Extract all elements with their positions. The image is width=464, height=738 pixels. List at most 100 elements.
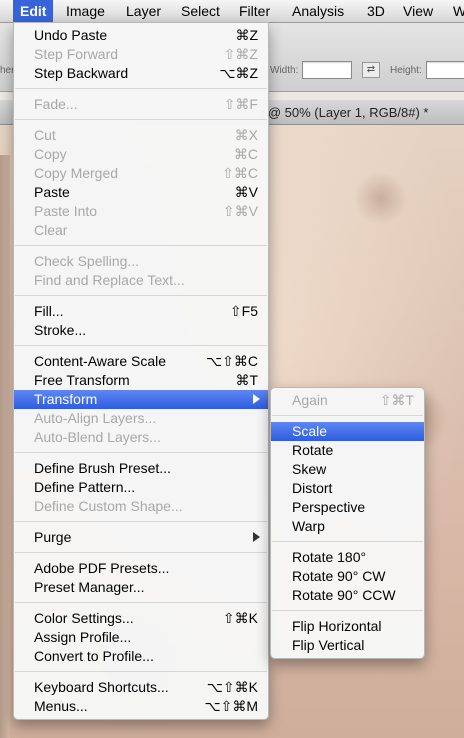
menu-item-shortcut: ⌘C (233, 146, 258, 162)
menu-item-label: Rotate 90° CCW (292, 587, 396, 603)
menu-item-label: Step Forward (34, 46, 119, 62)
menu-view[interactable]: View (396, 0, 440, 22)
menu-separator (15, 552, 267, 553)
menu-item-label: Paste Into (34, 203, 98, 219)
menu-item-shortcut: ⇧⌘V (222, 203, 258, 219)
edit-menu-item-auto-align-layers: Auto-Align Layers... (14, 409, 268, 428)
menu-item-label: Copy (34, 146, 67, 162)
menu-item-label: Color Settings... (34, 610, 134, 626)
menu-item-label: Transform (34, 391, 98, 407)
edit-menu-item-preset-manager[interactable]: Preset Manager... (14, 578, 268, 597)
menu-item-label: Step Backward (34, 65, 129, 81)
edit-menu-item-stroke[interactable]: Stroke... (14, 321, 268, 340)
menu-layer[interactable]: Layer (119, 0, 168, 22)
edit-menu-item-free-transform[interactable]: Free Transform ⌘T (14, 371, 268, 390)
menu-item-label: Clear (34, 222, 68, 238)
menu-window[interactable]: W (446, 0, 464, 22)
menu-item-shortcut: ⇧⌘T (379, 392, 414, 408)
edit-menu-item-adobe-pdf-presets[interactable]: Adobe PDF Presets... (14, 559, 268, 578)
menu-select[interactable]: Select (174, 0, 227, 22)
edit-menu-item-content-aware-scale[interactable]: Content-Aware Scale ⌥⇧⌘C (14, 352, 268, 371)
edit-menu: Undo Paste ⌘Z Step Forward ⇧⌘Z Step Backward… (13, 22, 269, 720)
edit-menu-item-keyboard-shortcuts[interactable]: Keyboard Shortcuts... ⌥⇧⌘K (14, 678, 268, 697)
edit-menu-item-step-forward: Step Forward ⇧⌘Z (14, 45, 268, 64)
menu-item-label: Convert to Profile... (34, 648, 154, 664)
menu-item-label: Warp (292, 518, 325, 534)
menu-item-label: Again (292, 392, 328, 408)
edit-menu-item-convert-to-profile[interactable]: Convert to Profile... (14, 647, 268, 666)
transform-menu-item-warp[interactable]: Warp (271, 517, 424, 536)
menu-separator (272, 610, 423, 611)
menu-item-label: Content-Aware Scale (34, 353, 167, 369)
menu-item-shortcut: ⌘V (234, 184, 258, 200)
menu-item-label: Fade... (34, 96, 78, 112)
menu-item-label: Auto-Blend Layers... (34, 429, 161, 445)
menu-item-shortcut: ⌘Z (235, 27, 258, 43)
menu-filter[interactable]: Filter (232, 0, 277, 22)
transform-menu-item-again: Again ⇧⌘T (271, 391, 424, 410)
menu-item-label: Copy Merged (34, 165, 119, 181)
transform-menu-item-rotate[interactable]: Rotate (271, 441, 424, 460)
transform-menu-item-skew[interactable]: Skew (271, 460, 424, 479)
menu-separator (15, 671, 267, 672)
menu-item-label: Fill... (34, 303, 64, 319)
menu-item-label: Rotate 180° (292, 549, 367, 565)
menu-item-label: Assign Profile... (34, 629, 132, 645)
menu-item-label: Perspective (292, 499, 366, 515)
menu-item-label: Purge (34, 529, 72, 545)
menu-item-label: Define Custom Shape... (34, 498, 183, 514)
document-tab-title[interactable]: g @ 50% (Layer 1, RGB/8#) * (257, 105, 428, 120)
edit-menu-item-fill[interactable]: Fill... ⇧F5 (14, 302, 268, 321)
transform-menu-item-flip-horizontal[interactable]: Flip Horizontal (271, 617, 424, 636)
transform-menu-item-distort[interactable]: Distort (271, 479, 424, 498)
edit-menu-item-define-custom-shape: Define Custom Shape... (14, 497, 268, 516)
edit-menu-item-clear: Clear (14, 221, 268, 240)
edit-menu-item-undo-paste[interactable]: Undo Paste ⌘Z (14, 26, 268, 45)
edit-menu-item-cut: Cut ⌘X (14, 126, 268, 145)
edit-menu-item-assign-profile[interactable]: Assign Profile... (14, 628, 268, 647)
edit-menu-item-check-spelling: Check Spelling... (14, 252, 268, 271)
height-field[interactable] (426, 61, 464, 79)
menu-item-label: Check Spelling... (34, 253, 140, 269)
edit-menu-item-purge[interactable]: Purge (14, 528, 268, 547)
transform-menu-item-perspective[interactable]: Perspective (271, 498, 424, 517)
edit-menu-item-define-pattern[interactable]: Define Pattern... (14, 478, 268, 497)
edit-menu-item-step-backward[interactable]: Step Backward ⌥⌘Z (14, 64, 268, 83)
menu-item-shortcut: ⇧⌘K (222, 610, 258, 626)
menu-item-label: Define Brush Preset... (34, 460, 171, 476)
menu-separator (15, 245, 267, 246)
edit-menu-item-copy-merged: Copy Merged ⇧⌘C (14, 164, 268, 183)
menu-item-label: Free Transform (34, 372, 130, 388)
edit-menu-item-define-brush-preset[interactable]: Define Brush Preset... (14, 459, 268, 478)
menu-edit[interactable]: Edit (13, 0, 54, 22)
menu-item-label: Find and Replace Text... (34, 272, 185, 288)
menu-item-label: Keyboard Shortcuts... (34, 679, 169, 695)
menu-3d[interactable]: 3D (360, 0, 392, 22)
menu-separator (15, 602, 267, 603)
transform-menu-item-rotate-90-cw[interactable]: Rotate 90° CW (271, 567, 424, 586)
menu-separator (272, 415, 423, 416)
edit-menu-item-fade: Fade... ⇧⌘F (14, 95, 268, 114)
edit-menu-item-copy: Copy ⌘C (14, 145, 268, 164)
menu-item-label: Paste (34, 184, 70, 200)
width-field[interactable] (302, 61, 352, 79)
edit-menu-item-paste[interactable]: Paste ⌘V (14, 183, 268, 202)
menu-analysis[interactable]: Analysis (285, 0, 351, 22)
menu-item-label: Flip Horizontal (292, 618, 382, 634)
menu-item-shortcut: ⌥⇧⌘M (204, 698, 258, 714)
transform-menu-item-rotate-90-ccw[interactable]: Rotate 90° CCW (271, 586, 424, 605)
menu-image[interactable]: Image (59, 0, 112, 22)
transform-menu-item-scale[interactable]: Scale (271, 422, 424, 441)
edit-menu-item-color-settings[interactable]: Color Settings... ⇧⌘K (14, 609, 268, 628)
swap-dimensions-icon[interactable]: ⇄ (362, 62, 380, 78)
menu-item-label: Rotate 90° CW (292, 568, 386, 584)
transform-menu-item-flip-vertical[interactable]: Flip Vertical (271, 636, 424, 655)
menu-item-label: Define Pattern... (34, 479, 136, 495)
menu-item-label: Distort (292, 480, 333, 496)
edit-menu-item-transform[interactable]: Transform (14, 390, 268, 409)
edit-menu-item-find-and-replace-text: Find and Replace Text... (14, 271, 268, 290)
transform-menu-item-rotate-180[interactable]: Rotate 180° (271, 548, 424, 567)
edit-menu-item-menus[interactable]: Menus... ⌥⇧⌘M (14, 697, 268, 716)
menu-item-shortcut: ⇧⌘F (223, 96, 258, 112)
menu-separator (15, 88, 267, 89)
